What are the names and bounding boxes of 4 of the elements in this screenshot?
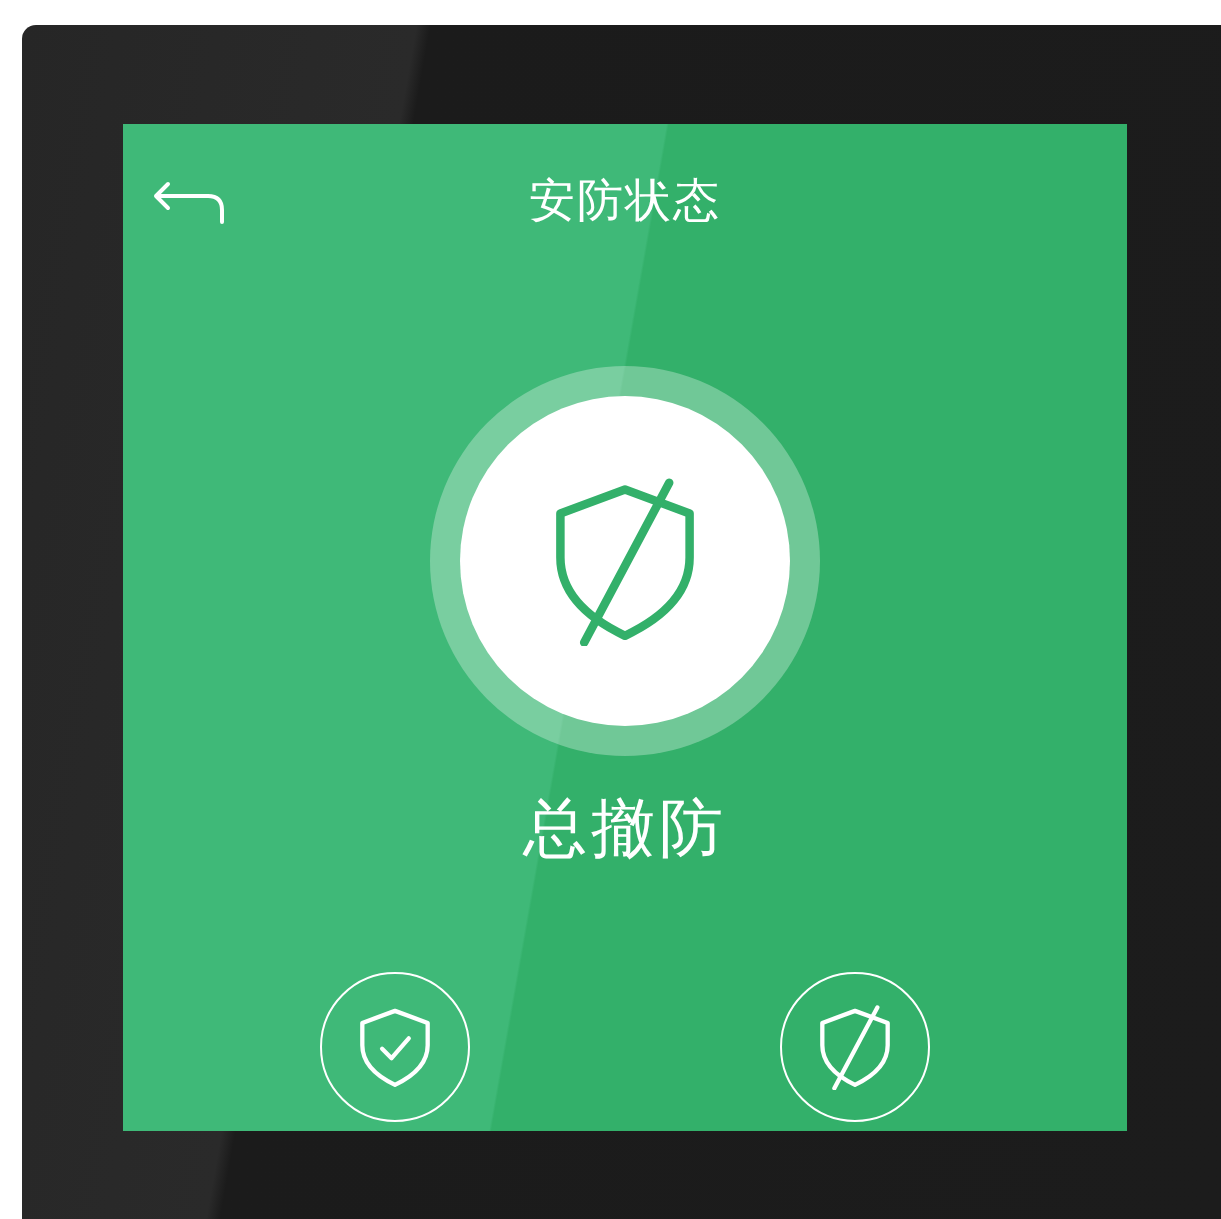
screen-title: 安防状态: [529, 172, 721, 229]
arm-button[interactable]: [320, 972, 470, 1122]
status-label: 总撤防: [523, 790, 727, 867]
disarm-button[interactable]: [780, 972, 930, 1122]
